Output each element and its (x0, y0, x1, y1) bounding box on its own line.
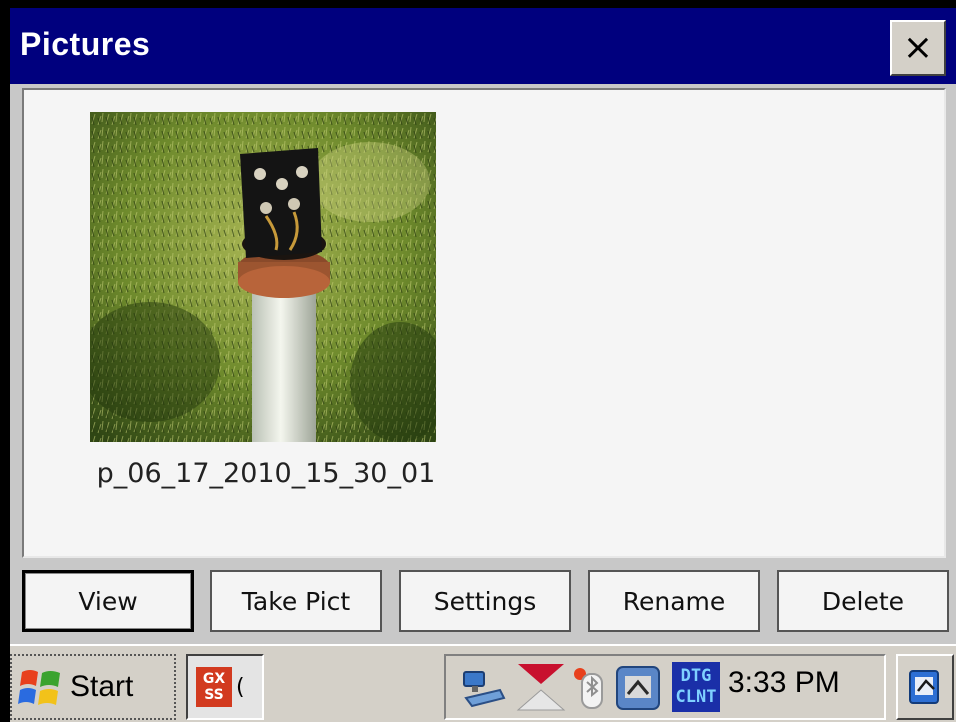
taskbar: Start GX SS (DTG CLNT 3:33 PM (10, 644, 956, 722)
gxss-app-icon: GX SS (196, 667, 232, 707)
window-titlebar: Pictures × (10, 8, 956, 84)
start-label: Start (70, 670, 134, 703)
show-desktop-button[interactable] (896, 654, 954, 720)
clock[interactable]: 3:33 PM (728, 666, 840, 700)
taskbar-app-label: ( (236, 674, 245, 700)
delete-button[interactable]: Delete (777, 570, 949, 632)
close-button[interactable]: × (890, 20, 946, 76)
rename-button[interactable]: Rename (588, 570, 760, 632)
view-button[interactable]: View (22, 570, 194, 632)
windows-logo-icon (18, 670, 60, 705)
window-title: Pictures (20, 26, 151, 62)
bluetooth-icon[interactable] (572, 664, 606, 712)
device-screen: Pictures × p_06_17_2010_15_30_01 View Ta… (10, 8, 956, 722)
desktop-icon (909, 670, 939, 704)
close-icon: × (902, 27, 934, 68)
photo-thumbnail-icon (90, 112, 436, 442)
connection-settings-icon[interactable] (614, 664, 662, 712)
system-tray: DTG CLNT 3:33 PM (444, 654, 886, 720)
settings-button[interactable]: Settings (399, 570, 571, 632)
activesync-icon[interactable] (516, 662, 566, 712)
dtg-client-icon[interactable]: DTG CLNT (672, 662, 720, 712)
taskbar-app-gxss[interactable]: GX SS ( (186, 654, 264, 720)
take-pict-button[interactable]: Take Pict (210, 570, 382, 632)
start-button[interactable]: Start (10, 654, 176, 720)
picture-thumbnail[interactable] (90, 112, 436, 442)
network-icon[interactable] (460, 668, 506, 708)
pictures-list: p_06_17_2010_15_30_01 (22, 88, 946, 558)
action-button-row: View Take Pict Settings Rename Delete (10, 562, 956, 644)
picture-filename[interactable]: p_06_17_2010_15_30_01 (66, 458, 466, 489)
